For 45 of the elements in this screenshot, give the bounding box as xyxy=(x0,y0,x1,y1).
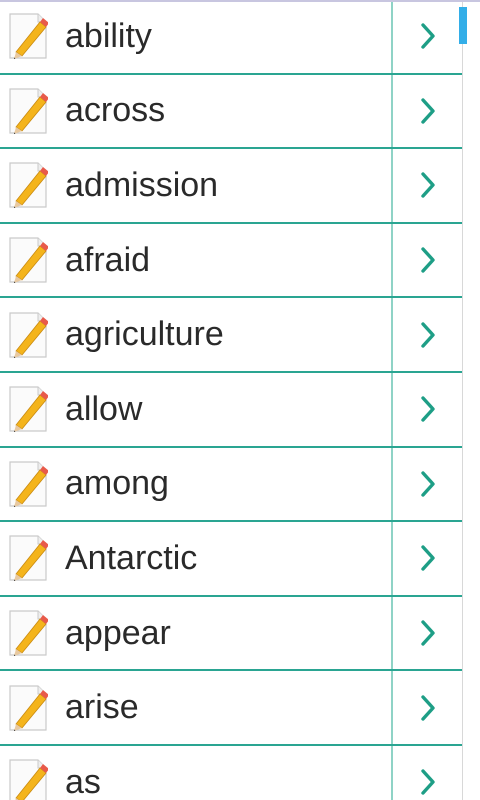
word-label: ability xyxy=(65,16,153,56)
word-row[interactable]: among xyxy=(0,448,462,522)
word-label: agriculture xyxy=(65,315,225,354)
chevron-right-icon[interactable] xyxy=(420,246,436,274)
scrollbar-thumb[interactable] xyxy=(459,7,467,44)
word-row[interactable]: admission xyxy=(0,149,462,224)
word-row[interactable]: appear xyxy=(0,596,462,672)
word-label: allow xyxy=(65,390,144,429)
pencil-note-icon xyxy=(8,236,48,284)
word-label: admission xyxy=(65,166,220,205)
chevron-right-icon[interactable] xyxy=(420,320,436,349)
chevron-right-icon[interactable] xyxy=(420,544,436,572)
word-row[interactable]: agriculture xyxy=(0,298,462,373)
word-label: among xyxy=(65,464,170,504)
chevron-right-icon[interactable] xyxy=(420,768,436,796)
chevron-right-icon[interactable] xyxy=(420,470,436,498)
word-row[interactable]: Antarctic xyxy=(0,522,462,597)
word-label: appear xyxy=(65,614,172,653)
word-row[interactable]: across xyxy=(0,74,462,150)
pencil-note-icon xyxy=(8,609,48,658)
word-row[interactable]: allow xyxy=(0,372,462,448)
pencil-note-icon xyxy=(8,534,48,582)
pencil-note-icon xyxy=(8,758,48,800)
pencil-note-icon xyxy=(8,460,48,508)
chevron-right-icon[interactable] xyxy=(420,22,436,50)
word-row[interactable]: arise xyxy=(0,671,462,746)
pencil-note-icon xyxy=(8,12,48,60)
word-row[interactable]: as xyxy=(0,746,462,800)
word-row[interactable]: ability xyxy=(0,0,462,75)
pencil-note-icon xyxy=(8,161,48,210)
pencil-note-icon xyxy=(8,684,48,732)
chevron-right-icon[interactable] xyxy=(420,619,436,648)
chevron-right-icon[interactable] xyxy=(420,96,436,125)
word-label: Antarctic xyxy=(65,538,198,578)
word-label: as xyxy=(65,762,102,800)
pencil-note-icon xyxy=(8,310,48,359)
pencil-note-icon xyxy=(8,385,48,434)
chevron-right-icon[interactable] xyxy=(420,171,436,200)
word-row[interactable]: afraid xyxy=(0,224,462,298)
word-label: afraid xyxy=(65,240,152,280)
pencil-note-icon xyxy=(8,86,48,135)
chevron-right-icon[interactable] xyxy=(420,395,436,424)
chevron-right-icon[interactable] xyxy=(420,694,436,722)
word-label: arise xyxy=(65,688,140,728)
word-label: across xyxy=(65,91,166,130)
